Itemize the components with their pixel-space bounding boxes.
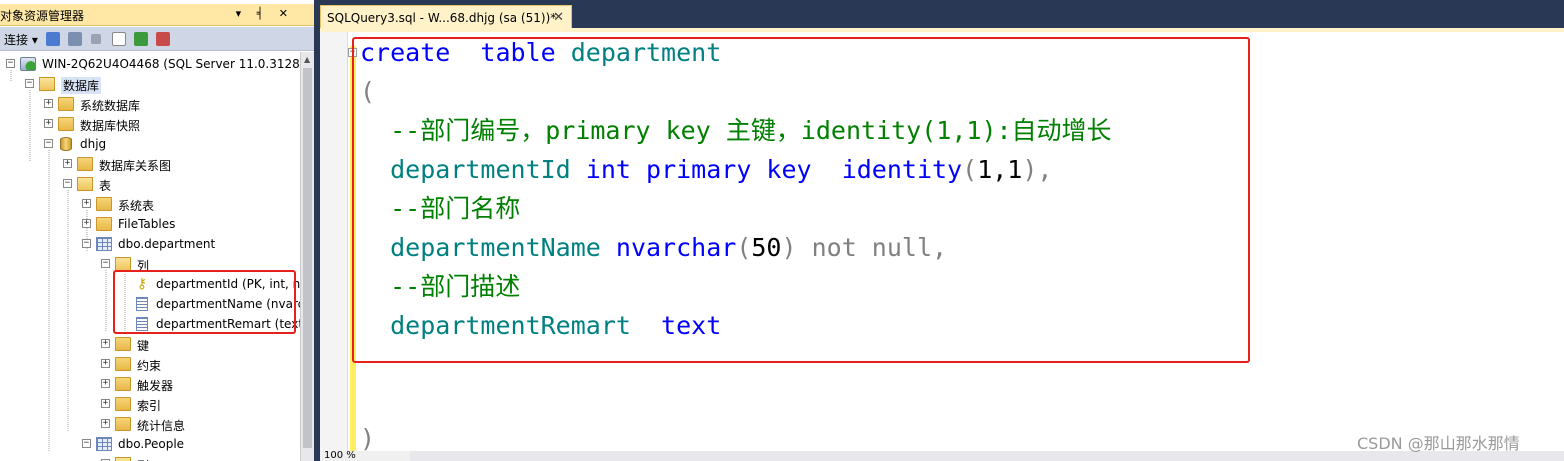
- highlight-box-columns: [113, 270, 296, 334]
- folder-icon: [58, 97, 74, 111]
- tree-node-server[interactable]: − WIN-2Q62U4O4468 (SQL Server 11.0.3128 …: [6, 54, 300, 74]
- stop-icon[interactable]: [91, 34, 101, 44]
- disconnect-icon[interactable]: [68, 32, 82, 46]
- object-explorer-scrollbar[interactable]: ▲: [300, 52, 314, 461]
- scroll-up-icon[interactable]: ▲: [304, 55, 310, 64]
- panel-window-buttons[interactable]: ▾ ╡ ✕: [236, 7, 294, 20]
- folder-icon: [115, 357, 131, 371]
- collapse-toggle[interactable]: −: [63, 179, 72, 188]
- collapse-toggle[interactable]: −: [101, 259, 110, 268]
- expand-toggle[interactable]: +: [101, 339, 110, 348]
- collapse-toggle[interactable]: −: [82, 239, 91, 248]
- folder-icon: [115, 457, 131, 461]
- collapse-toggle[interactable]: −: [82, 439, 91, 448]
- tab-title: SQLQuery3.sql - W...68.dhjg (sa (51))*: [327, 11, 557, 25]
- refresh-icon[interactable]: [134, 32, 148, 46]
- expand-toggle[interactable]: +: [82, 219, 91, 228]
- expand-toggle[interactable]: +: [63, 159, 72, 168]
- object-explorer-panel: 对象资源管理器 ▾ ╡ ✕ 连接 ▾ − WIN-2Q62U4O4468 (SQ…: [0, 0, 314, 461]
- folder-icon: [77, 177, 93, 191]
- collapse-toggle[interactable]: −: [25, 79, 34, 88]
- folder-icon: [96, 217, 112, 231]
- highlight-box-code: [352, 37, 1250, 363]
- expand-toggle[interactable]: +: [44, 119, 53, 128]
- table-icon: [96, 437, 112, 451]
- object-explorer-tree: − WIN-2Q62U4O4468 (SQL Server 11.0.3128 …: [0, 52, 300, 461]
- folder-icon: [96, 197, 112, 211]
- folder-icon: [58, 117, 74, 131]
- folder-icon: [77, 157, 93, 171]
- sql-editor[interactable]: − create table department ( --部门编号，prima…: [320, 28, 1564, 461]
- expand-toggle[interactable]: +: [101, 359, 110, 368]
- expand-toggle[interactable]: +: [44, 99, 53, 108]
- expand-toggle[interactable]: +: [101, 419, 110, 428]
- expand-toggle[interactable]: +: [101, 399, 110, 408]
- tab-sqlquery3[interactable]: SQLQuery3.sql - W...68.dhjg (sa (51))* ✕: [320, 5, 572, 29]
- expand-toggle[interactable]: +: [101, 379, 110, 388]
- object-explorer-title: 对象资源管理器: [0, 9, 85, 23]
- folder-icon: [115, 417, 131, 431]
- close-icon[interactable]: ✕: [553, 10, 564, 25]
- folder-icon: [115, 397, 131, 411]
- collapse-toggle[interactable]: −: [6, 59, 15, 68]
- folder-icon: [115, 337, 131, 351]
- connect-button[interactable]: 连接 ▾: [4, 31, 38, 48]
- filter-icon[interactable]: [112, 32, 126, 46]
- object-explorer-toolbar: 连接 ▾: [0, 27, 314, 51]
- collapse-toggle[interactable]: −: [44, 139, 53, 148]
- folder-icon: [39, 77, 55, 91]
- scrollbar-thumb[interactable]: [303, 68, 312, 448]
- watermark: CSDN @那山那水那情: [1357, 434, 1520, 453]
- database-icon: [60, 137, 72, 151]
- object-explorer-title-bar: 对象资源管理器 ▾ ╡ ✕: [0, 4, 314, 26]
- folder-icon: [115, 377, 131, 391]
- server-icon: [20, 57, 36, 71]
- connect-object-explorer-icon[interactable]: [46, 32, 60, 46]
- code-line-9: ): [360, 424, 376, 453]
- zoom-level[interactable]: 100 %: [320, 451, 410, 461]
- editor-gutter: [320, 32, 348, 461]
- table-icon: [96, 237, 112, 251]
- summary-icon[interactable]: [156, 32, 170, 46]
- folder-icon: [115, 257, 131, 271]
- expand-toggle[interactable]: +: [82, 199, 91, 208]
